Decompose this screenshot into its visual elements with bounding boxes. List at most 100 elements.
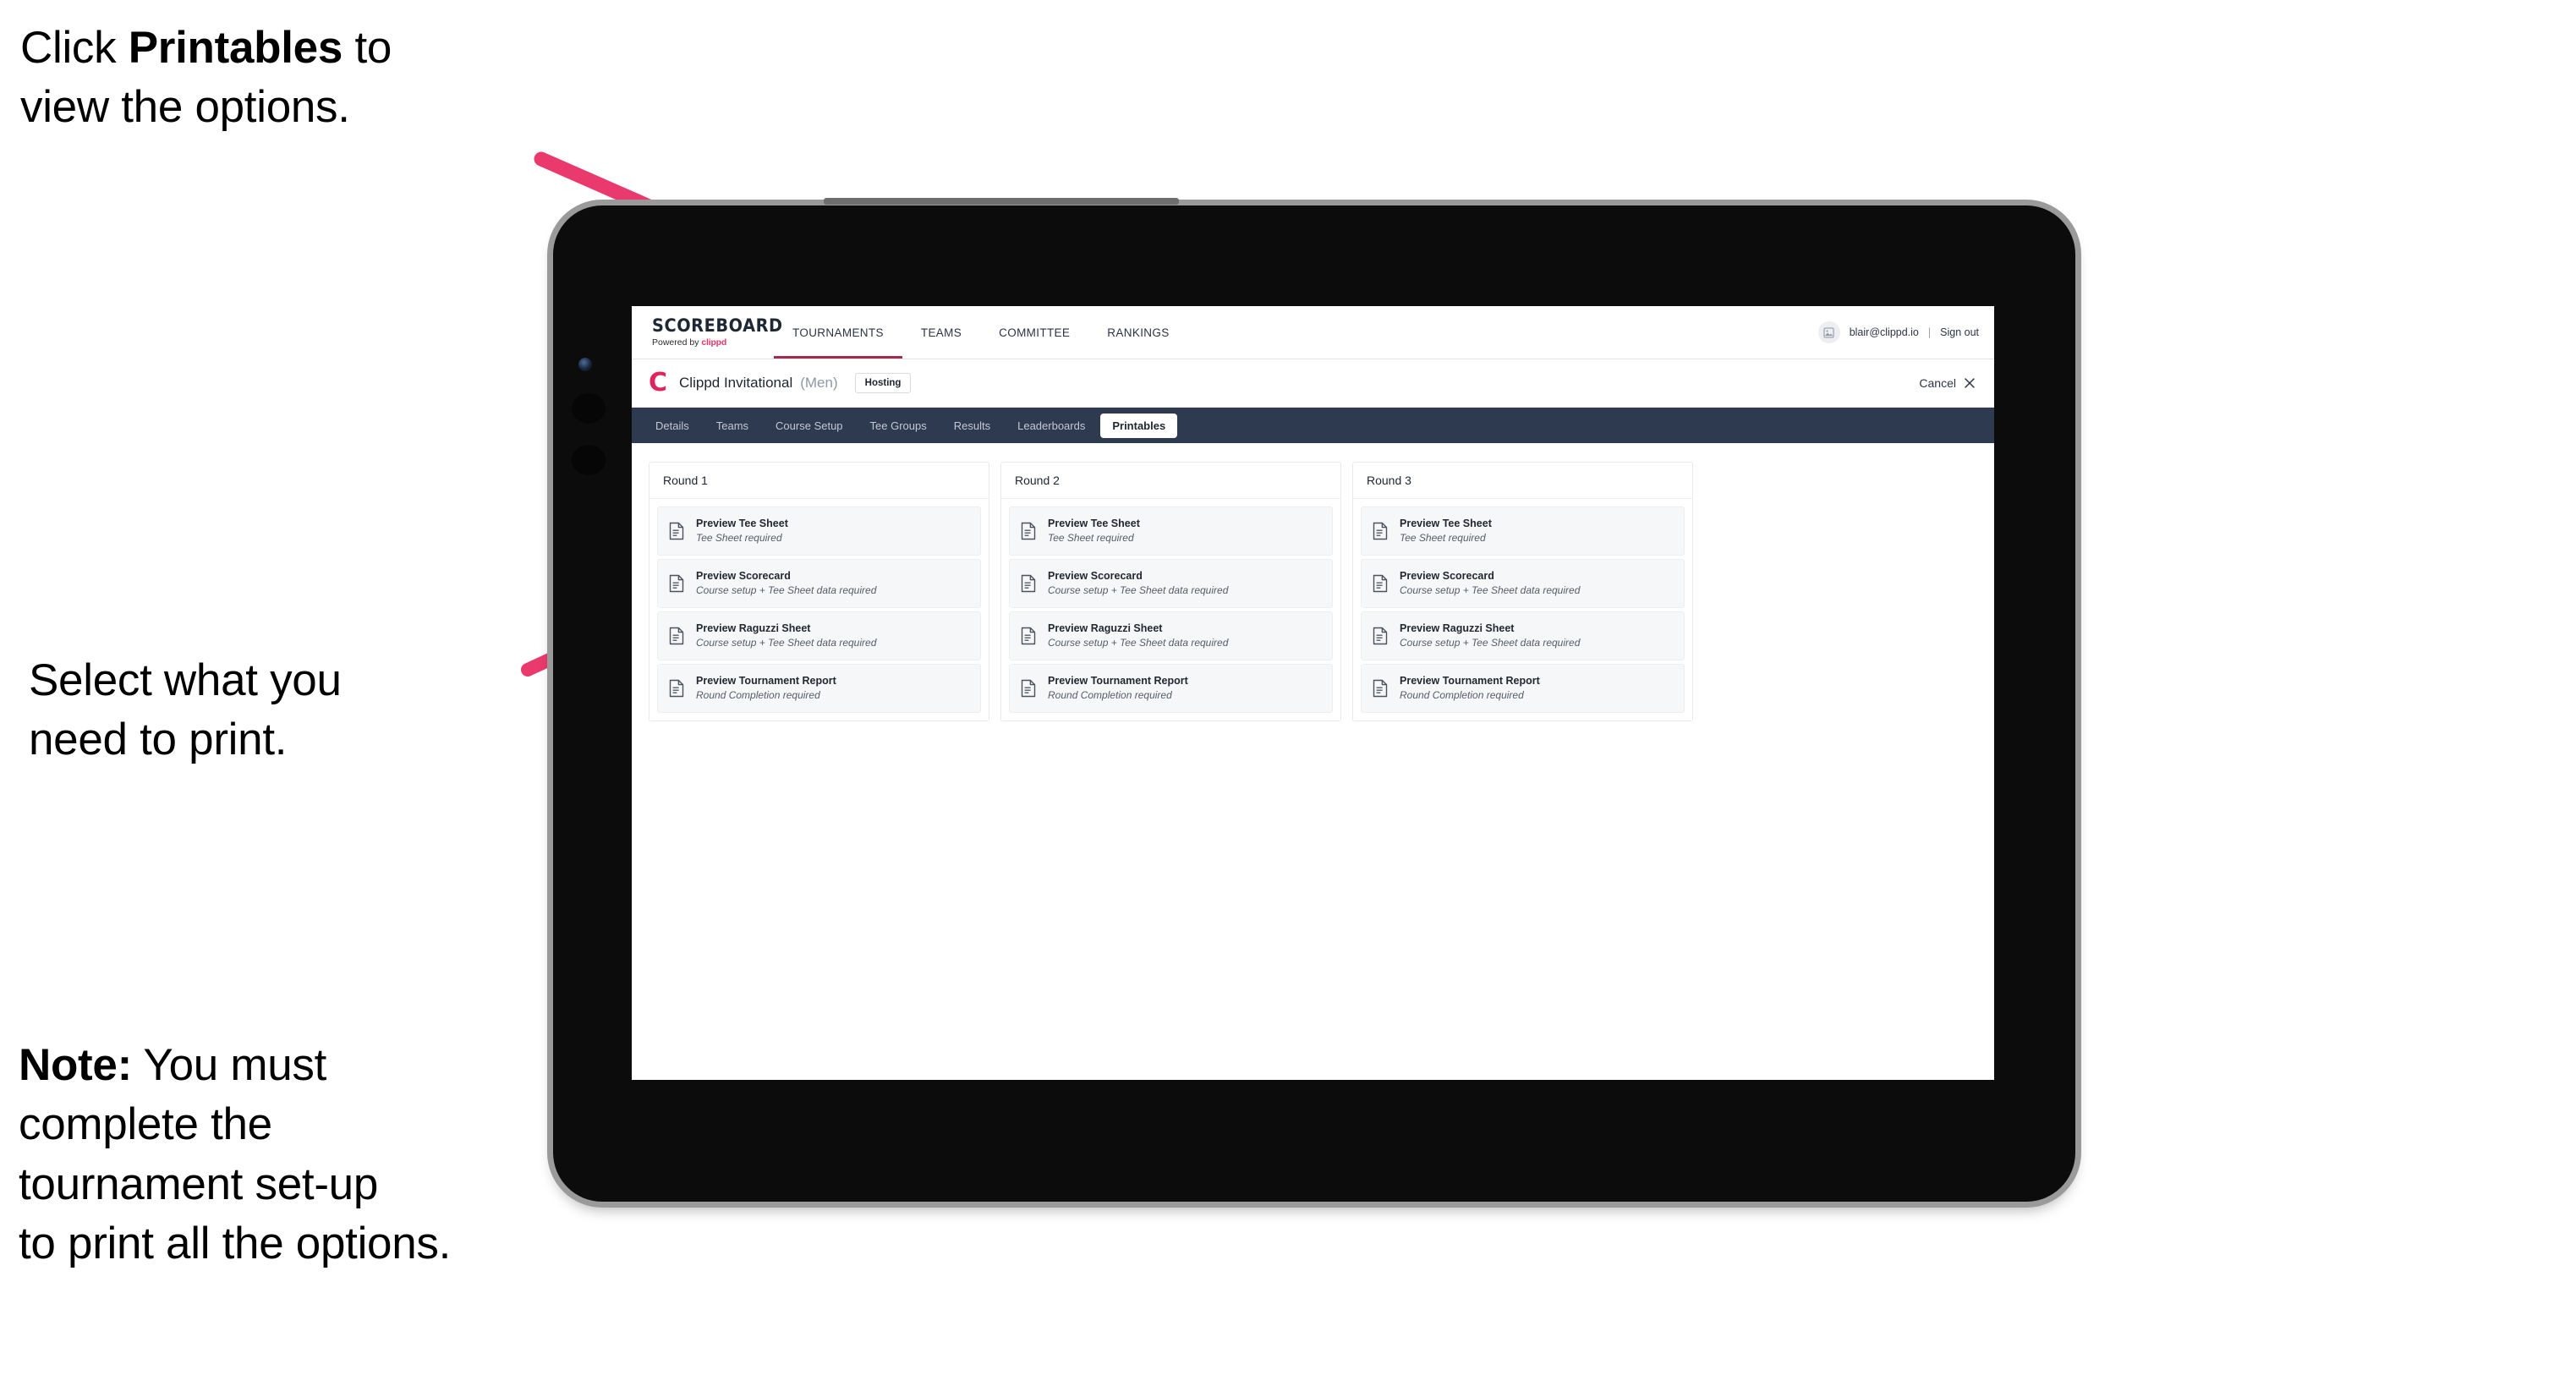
printable-item-requirement: Course setup + Tee Sheet data required <box>696 636 877 649</box>
document-icon <box>1373 679 1388 697</box>
round-items: Preview Tee Sheet Tee Sheet required Previ… <box>1001 499 1340 720</box>
round-column: Round 2 Preview Tee Sheet Tee Sheet requir… <box>1000 462 1341 721</box>
printable-item[interactable]: Preview Scorecard Course setup + Tee Shee… <box>1361 558 1685 608</box>
document-icon <box>1372 627 1389 645</box>
printable-item-text: Preview Tee Sheet Tee Sheet required <box>696 518 788 544</box>
printable-item-requirement: Course setup + Tee Sheet data required <box>1400 583 1581 596</box>
printable-item[interactable]: Preview Raguzzi Sheet Course setup + Tee … <box>1009 611 1333 660</box>
printable-item-text: Preview Tournament Report Round Completio… <box>1400 674 1540 701</box>
tab-leaderboards[interactable]: Leaderboards <box>1006 414 1097 438</box>
printable-item-requirement: Round Completion required <box>696 688 820 701</box>
printable-item-text: Preview Raguzzi Sheet Course setup + Tee … <box>1048 622 1229 649</box>
nav-item-committee[interactable]: COMMITTEE <box>980 306 1088 359</box>
printable-item[interactable]: Preview Raguzzi Sheet Course setup + Tee … <box>1361 611 1685 660</box>
printable-item-title: Preview Tournament Report <box>696 674 836 687</box>
front-camera-icon <box>578 358 592 371</box>
document-icon <box>1021 522 1036 540</box>
document-icon <box>1021 574 1036 593</box>
document-icon <box>1020 679 1037 698</box>
document-icon <box>1021 679 1036 697</box>
printable-item[interactable]: Preview Tournament Report Round Completio… <box>657 663 981 713</box>
tab-printables[interactable]: Printables <box>1100 413 1178 438</box>
user-email: blair@clippd.io <box>1849 326 1919 338</box>
section-tab-bar: Details Teams Course Setup Tee Groups Re… <box>632 408 1994 443</box>
printable-item-text: Preview Tournament Report Round Completio… <box>1048 675 1188 701</box>
printable-item-requirement: Round Completion required <box>1400 688 1524 701</box>
round-column: Round 1 Preview Tee Sheet Tee Sheet requir… <box>649 462 989 721</box>
annotation-click-printables: Click Printables to view the options. <box>20 23 392 133</box>
tablet-speaker-strip <box>824 198 1179 205</box>
printable-item-title: Preview Tee Sheet <box>1400 518 1492 529</box>
document-icon <box>1372 522 1389 540</box>
printable-item-text: Preview Tournament Report Round Completio… <box>696 674 836 701</box>
printable-item-requirement: Round Completion required <box>1048 688 1172 701</box>
document-icon <box>1373 627 1388 645</box>
printable-item[interactable]: Preview Tee Sheet Tee Sheet required <box>1009 507 1333 556</box>
round-items: Preview Tee Sheet Tee Sheet required Previ… <box>649 499 989 720</box>
printables-content: Round 1 Preview Tee Sheet Tee Sheet requir… <box>632 443 1994 740</box>
tournament-header: C Clippd Invitational (Men) Hosting Canc… <box>632 359 1994 408</box>
printable-item-requirement: Course setup + Tee Sheet data required <box>1048 636 1229 649</box>
volume-up-button[interactable] <box>572 393 606 424</box>
printable-item-text: Preview Raguzzi Sheet Course setup + Tee … <box>1400 622 1581 649</box>
tab-teams[interactable]: Teams <box>704 414 760 438</box>
printable-item-text: Preview Raguzzi Sheet Course setup + Tee … <box>696 622 877 649</box>
tab-results[interactable]: Results <box>942 414 1002 438</box>
brand-logo[interactable]: SCOREBOARD Powered by clippd <box>632 306 783 359</box>
printable-item[interactable]: Preview Scorecard Course setup + Tee Shee… <box>1009 558 1333 608</box>
document-icon <box>1372 679 1389 698</box>
printable-item[interactable]: Preview Tournament Report Round Completio… <box>1009 663 1333 713</box>
cancel-label: Cancel <box>1919 376 1956 390</box>
printable-item-text: Preview Tee Sheet Tee Sheet required <box>1400 518 1492 544</box>
document-icon <box>1020 574 1037 593</box>
close-icon <box>1965 378 1975 388</box>
printable-item-title: Preview Tournament Report <box>1400 674 1540 687</box>
document-icon <box>669 522 684 540</box>
document-icon <box>1021 627 1036 645</box>
cancel-button[interactable]: Cancel <box>1919 376 1976 390</box>
printable-item[interactable]: Preview Tee Sheet Tee Sheet required <box>1361 507 1685 556</box>
brand-name: SCOREBOARD <box>652 315 783 337</box>
image-placeholder-icon <box>1823 326 1834 338</box>
brand-tagline-prefix: Powered by <box>652 337 702 348</box>
document-icon <box>1020 627 1037 645</box>
annotation-select-what-to-print: Select what you need to print. <box>29 655 342 765</box>
page-title: Clippd Invitational <box>679 375 793 391</box>
tablet-device-frame: SCOREBOARD Powered by clippd TOURNAMENTS… <box>553 198 2075 1202</box>
printable-item-requirement: Course setup + Tee Sheet data required <box>1400 636 1581 649</box>
printable-item-requirement: Tee Sheet required <box>696 531 782 544</box>
printable-item[interactable]: Preview Tournament Report Round Completio… <box>1361 663 1685 713</box>
app-screen: SCOREBOARD Powered by clippd TOURNAMENTS… <box>632 306 1994 1080</box>
document-icon <box>668 574 685 593</box>
nav-item-teams[interactable]: TEAMS <box>902 306 980 359</box>
account-separator: | <box>1927 326 1932 338</box>
printable-item[interactable]: Preview Tee Sheet Tee Sheet required <box>657 507 981 556</box>
status-badge: Hosting <box>854 373 912 393</box>
document-icon <box>668 627 685 645</box>
document-icon <box>1372 574 1389 593</box>
printable-item-requirement: Course setup + Tee Sheet data required <box>1048 583 1229 596</box>
tab-details[interactable]: Details <box>644 414 701 438</box>
printable-item-requirement: Tee Sheet required <box>1048 531 1134 544</box>
printable-item-title: Preview Raguzzi Sheet <box>1400 622 1515 634</box>
volume-down-button[interactable] <box>572 445 606 475</box>
printable-item-title: Preview Raguzzi Sheet <box>1048 622 1163 634</box>
primary-navigation: TOURNAMENTS TEAMS COMMITTEE RANKINGS <box>774 306 1188 359</box>
printable-item[interactable]: Preview Scorecard Course setup + Tee Shee… <box>657 558 981 608</box>
printable-item-requirement: Tee Sheet required <box>1400 531 1486 544</box>
sign-out-link[interactable]: Sign out <box>1940 326 1979 338</box>
printable-item-title: Preview Scorecard <box>1048 569 1143 582</box>
tab-course-setup[interactable]: Course Setup <box>764 414 855 438</box>
printable-item-title: Preview Scorecard <box>1400 569 1494 582</box>
app-topbar: SCOREBOARD Powered by clippd TOURNAMENTS… <box>632 306 1994 359</box>
clippd-wordmark: clippd <box>701 337 727 348</box>
tab-tee-groups[interactable]: Tee Groups <box>858 414 939 438</box>
tournament-gender: (Men) <box>800 375 838 391</box>
nav-item-tournaments[interactable]: TOURNAMENTS <box>774 306 902 359</box>
printable-item-text: Preview Scorecard Course setup + Tee Shee… <box>696 569 876 596</box>
printable-item[interactable]: Preview Raguzzi Sheet Course setup + Tee … <box>657 611 981 660</box>
nav-item-rankings[interactable]: RANKINGS <box>1088 306 1187 359</box>
printable-item-text: Preview Scorecard Course setup + Tee Shee… <box>1400 569 1581 596</box>
avatar[interactable] <box>1817 321 1840 343</box>
printable-item-title: Preview Scorecard <box>696 569 791 582</box>
